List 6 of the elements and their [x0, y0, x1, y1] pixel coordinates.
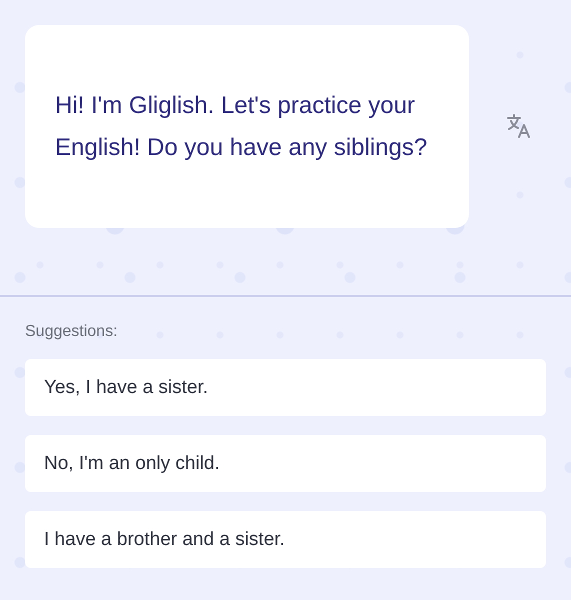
translate-icon[interactable]: [506, 113, 532, 139]
suggestion-button[interactable]: I have a brother and a sister.: [25, 511, 546, 568]
suggestion-button[interactable]: No, I'm an only child.: [25, 435, 546, 492]
suggestion-button[interactable]: Yes, I have a sister.: [25, 359, 546, 416]
suggestions-label: Suggestions:: [25, 323, 119, 341]
message-text: Hi! I'm Gliglish. Let's practice your English! Do you have any siblings?: [55, 90, 428, 162]
